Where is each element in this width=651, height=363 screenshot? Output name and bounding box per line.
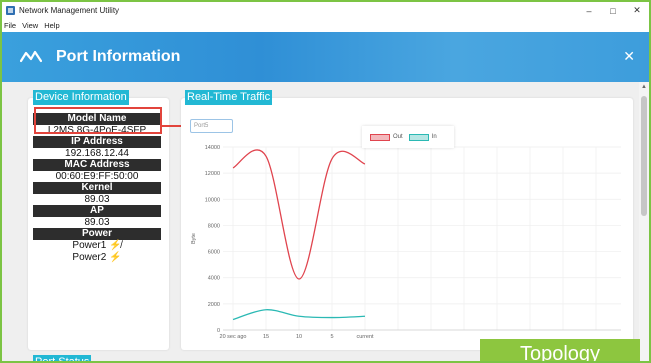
x-tick-label: 10 [296, 334, 302, 340]
legend-in-swatch [408, 133, 429, 141]
chart-legend: Out In [362, 126, 454, 148]
y-axis-label: Byte [191, 233, 197, 244]
port-status-heading: Port Status [33, 355, 92, 361]
app-logo-icon [6, 6, 15, 15]
menu-bar: File View Help [2, 19, 649, 31]
power1-label: Power1 [72, 239, 107, 251]
x-tick-label: 15 [263, 334, 269, 340]
window-title: Network Management Utility [19, 6, 120, 15]
y-tick-label: 10000 [205, 197, 220, 203]
pulse-icon [20, 50, 42, 63]
scrollbar-thumb[interactable] [641, 96, 647, 216]
maximize-button[interactable]: □ [601, 2, 625, 19]
ap-value: 89.03 [84, 216, 110, 228]
traffic-heading: Real-Time Traffic [185, 90, 273, 105]
y-tick-label: 6000 [208, 250, 220, 256]
x-tick-label: current [356, 334, 374, 340]
page-title: Port Information [56, 48, 181, 65]
power2-row: Power2 ⚡ [33, 252, 161, 264]
port-select[interactable]: Port5 [190, 119, 233, 133]
ip-address-label: IP Address [33, 136, 161, 148]
power-on-icon: ⚡ [109, 251, 122, 263]
ip-address-value: 192.168.12.44 [65, 147, 129, 159]
legend-in-label: In [431, 134, 437, 140]
title-bar: Network Management Utility – □ ✕ [2, 2, 649, 19]
model-name-highlight [34, 107, 162, 134]
legend-out-swatch [370, 133, 390, 141]
y-tick-label: 2000 [208, 302, 220, 308]
topology-button[interactable]: Topology [480, 339, 640, 361]
kernel-value: 89.03 [84, 193, 110, 205]
y-tick-label: 14000 [205, 145, 220, 151]
traffic-chart: 0200040006000800010000120001400020 sec a… [191, 145, 621, 340]
menu-help[interactable]: Help [44, 21, 59, 30]
minimize-button[interactable]: – [577, 2, 601, 19]
app-window: Network Management Utility – □ ✕ File Vi… [0, 0, 651, 363]
legend-out-label: Out [393, 134, 403, 140]
x-tick-label: 5 [330, 334, 333, 340]
y-tick-label: 4000 [208, 276, 220, 282]
close-panel-button[interactable]: ✕ [623, 48, 635, 65]
ap-label: AP [33, 205, 161, 217]
scroll-up-icon[interactable]: ▲ [641, 84, 647, 90]
vertical-scrollbar[interactable]: ▲ [639, 82, 649, 361]
power1-row: Power1 ⚡̸ [33, 240, 161, 252]
menu-file[interactable]: File [4, 21, 16, 30]
power-label: Power [33, 228, 161, 240]
device-info-list: Model Name L2MS 8G-4PoE-4SFP IP Address … [33, 113, 161, 264]
close-window-button[interactable]: ✕ [625, 2, 649, 19]
mac-address-value: 00:60:E9:FF:50:00 [55, 170, 139, 182]
x-tick-label: 20 sec ago [220, 334, 247, 340]
power-off-icon: ⚡̸ [109, 239, 122, 251]
y-tick-label: 12000 [205, 171, 220, 177]
kernel-label: Kernel [33, 182, 161, 194]
menu-view[interactable]: View [22, 21, 38, 30]
page-header: Port Information ✕ [2, 32, 649, 82]
mac-address-label: MAC Address [33, 159, 161, 171]
power2-label: Power2 [72, 251, 107, 263]
window-controls: – □ ✕ [577, 2, 649, 19]
y-tick-label: 8000 [208, 223, 220, 229]
device-info-heading: Device Information [33, 90, 129, 105]
